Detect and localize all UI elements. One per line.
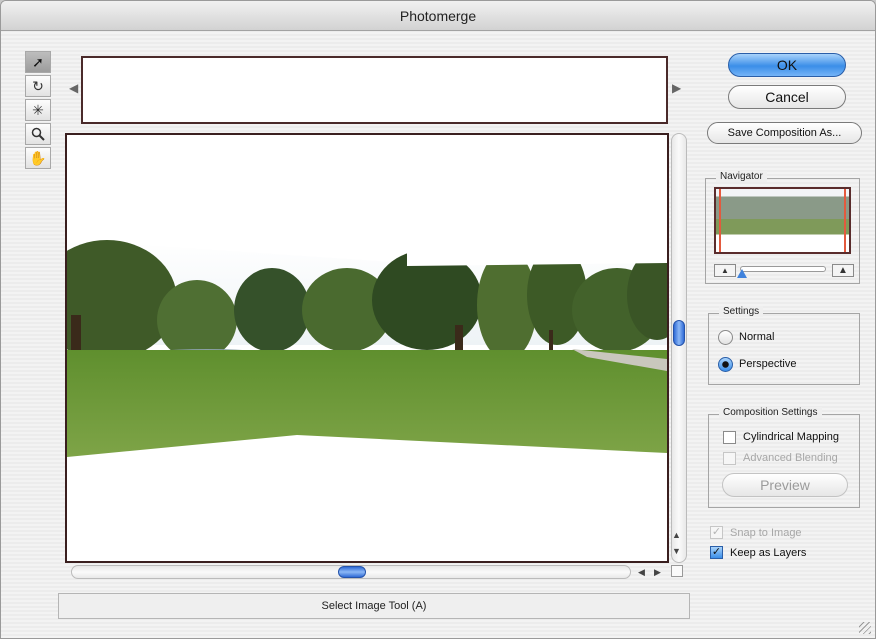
tool-palette: ➚ ↻ ✳ ✋ [25,51,53,171]
perspective-radio[interactable] [718,357,733,372]
vanishing-point-tool-icon[interactable]: ✳ [25,99,51,121]
cylindrical-mapping-label: Cylindrical Mapping [743,431,839,443]
cylindrical-mapping-checkbox[interactable] [723,431,736,444]
horizontal-scrollbar[interactable] [71,565,631,579]
zoom-slider[interactable] [740,266,826,272]
scroll-right-arrow-icon[interactable]: ▶ [654,567,661,578]
normal-radio[interactable] [718,330,733,345]
normal-label: Normal [739,331,775,343]
advanced-blending-checkbox[interactable] [723,452,736,465]
photomerge-window: Photomerge ➚ ↻ ✳ ✋ ◀ ▶ ▲ ▼ ◀ ▶ Select Im… [0,0,876,639]
horizontal-scroll-thumb[interactable] [338,566,366,578]
composition-canvas[interactable] [65,133,669,563]
panorama-image [67,135,667,457]
lightbox-left-arrow-icon[interactable]: ◀ [69,81,78,95]
status-bar: Select Image Tool (A) [58,593,690,619]
navigator-preview[interactable] [714,187,851,254]
preview-button[interactable]: Preview [722,473,848,497]
window-title: Photomerge [1,1,875,31]
resize-grip-icon[interactable] [859,622,871,634]
hand-tool-icon[interactable]: ✋ [25,147,51,169]
advanced-blending-label: Advanced Blending [743,452,838,464]
select-image-tool-icon[interactable]: ➚ [25,51,51,73]
navigator-view-left-edge[interactable] [719,189,721,252]
save-composition-button[interactable]: Save Composition As... [707,122,862,144]
vertical-scroll-thumb[interactable] [673,320,685,346]
snap-to-image-label: Snap to Image [730,527,802,539]
settings-group: Settings [708,306,860,385]
zoom-in-icon[interactable]: ▲ [832,264,854,277]
scroll-up-arrow-icon[interactable]: ▲ [672,530,681,540]
ok-button[interactable]: OK [728,53,846,77]
lightbox-right-arrow-icon[interactable]: ▶ [672,81,681,95]
settings-label: Settings [719,306,764,317]
navigator-view-right-edge[interactable] [844,189,846,252]
scroll-corner [671,565,683,577]
cancel-button[interactable]: Cancel [728,85,846,109]
lightbox-strip[interactable] [81,56,668,124]
navigator-label: Navigator [716,171,767,182]
keep-as-layers-checkbox[interactable]: ✓ [710,546,723,559]
zoom-out-icon[interactable]: ▲ [714,264,736,277]
scroll-down-arrow-icon[interactable]: ▼ [672,546,681,556]
keep-as-layers-label: Keep as Layers [730,547,807,559]
snap-to-image-checkbox[interactable]: ✓ [710,526,723,539]
zoom-slider-knob[interactable] [737,269,747,278]
rotate-image-tool-icon[interactable]: ↻ [25,75,51,97]
composition-settings-label: Composition Settings [719,407,822,418]
vertical-scrollbar[interactable] [671,133,687,563]
zoom-tool-icon[interactable] [25,123,51,145]
perspective-label: Perspective [739,358,797,370]
scroll-left-arrow-icon[interactable]: ◀ [638,567,645,578]
